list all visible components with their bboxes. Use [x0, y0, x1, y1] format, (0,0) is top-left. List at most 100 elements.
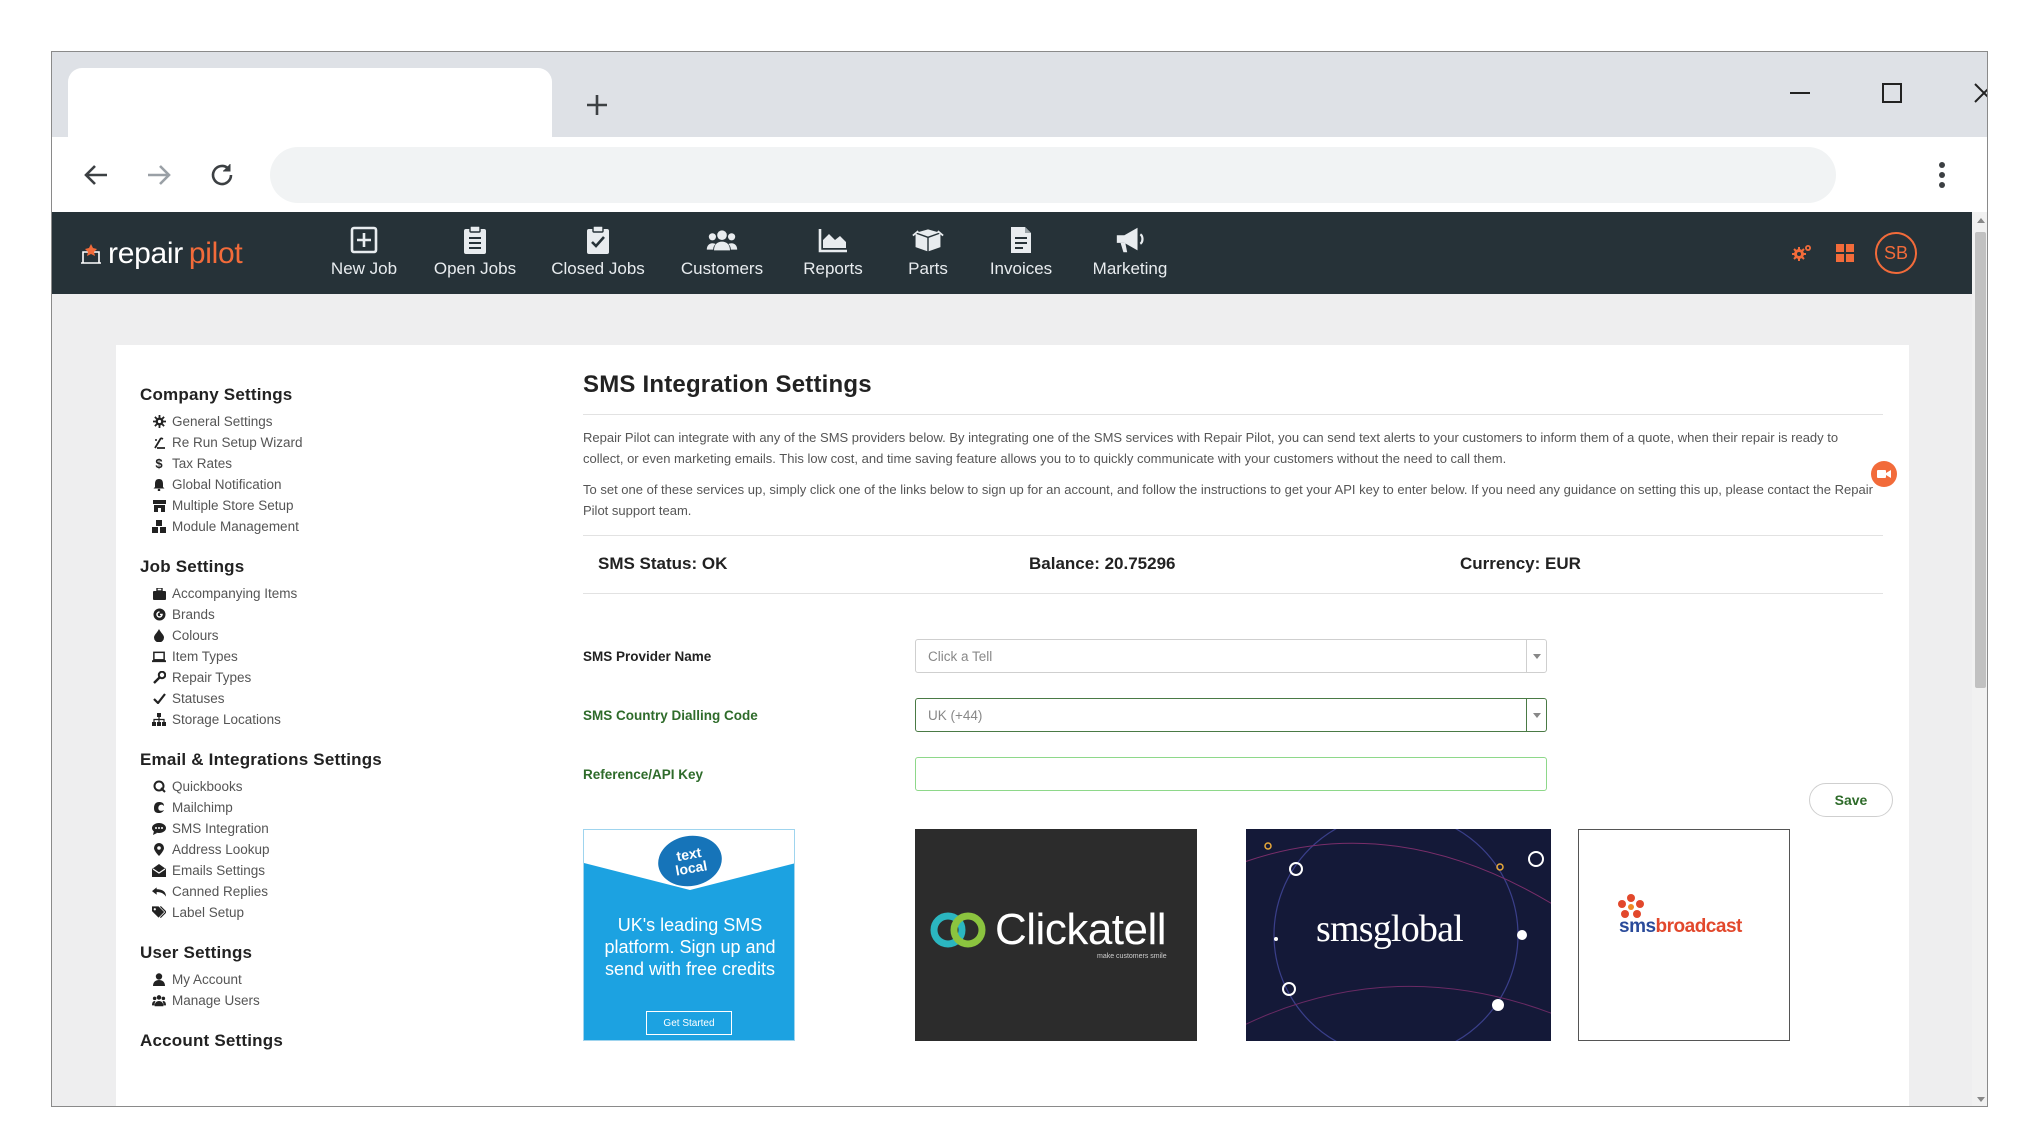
wrench-icon [152, 671, 166, 685]
tags-icon [152, 906, 166, 920]
sidebar-item-multiple-store[interactable]: Multiple Store Setup [140, 495, 500, 516]
textlocal-banner[interactable]: text local UK's leading SMS platform. Si… [583, 829, 795, 1041]
sidebar-item-global-notification[interactable]: Global Notification [140, 474, 500, 495]
top-navbar: repair pilot New Job Open Jobs Closed Job… [52, 212, 1972, 294]
browser-menu-button[interactable] [1922, 153, 1962, 197]
quickbooks-icon [152, 780, 166, 794]
close-window-button[interactable] [1954, 66, 1987, 120]
active-tab[interactable] [68, 68, 552, 137]
currency-text: Currency: EUR [1460, 554, 1581, 573]
sidebar-item-label: Tax Rates [172, 456, 233, 471]
maximize-button[interactable] [1862, 66, 1922, 120]
nav-label: Customers [680, 259, 764, 278]
sidebar-item-manage-users[interactable]: Manage Users [140, 990, 500, 1011]
nav-open-jobs[interactable]: Open Jobs [432, 224, 518, 286]
sidebar-item-colours[interactable]: Colours [140, 625, 500, 646]
sidebar-item-brands[interactable]: Brands [140, 604, 500, 625]
sidebar-item-statuses[interactable]: Statuses [140, 688, 500, 709]
sidebar-section-title: Email & Integrations Settings [140, 750, 382, 769]
new-tab-button[interactable] [574, 82, 620, 128]
sidebar-item-emails-settings[interactable]: Emails Settings [140, 860, 500, 881]
sidebar-item-accompanying-items[interactable]: Accompanying Items [140, 583, 500, 604]
nav-customers[interactable]: Customers [680, 224, 764, 286]
api-key-input[interactable] [915, 757, 1547, 791]
clickatell-logo-icon [930, 912, 986, 948]
megaphone-icon [1114, 224, 1146, 256]
page-title: SMS Integration Settings [583, 371, 872, 398]
sidebar-item-label: Multiple Store Setup [172, 498, 294, 513]
nav-label: Marketing [1092, 259, 1168, 278]
scroll-up-arrow-icon[interactable] [1972, 212, 1987, 229]
store-icon [152, 499, 166, 513]
forward-button[interactable] [137, 153, 181, 197]
sidebar-item-label-setup[interactable]: Label Setup [140, 902, 500, 923]
provider-name-select[interactable]: Click a Tell [915, 639, 1547, 673]
scroll-down-arrow-icon[interactable] [1972, 1091, 1987, 1106]
sidebar-item-general-settings[interactable]: General Settings [140, 411, 500, 432]
nav-reports[interactable]: Reports [801, 224, 865, 286]
textlocal-get-started[interactable]: Get Started [646, 1011, 732, 1035]
nav-marketing[interactable]: Marketing [1089, 224, 1171, 286]
sidebar-item-label: SMS Integration [172, 821, 269, 836]
sidebar-item-rerun-wizard[interactable]: Re Run Setup Wizard [140, 432, 500, 453]
save-button[interactable]: Save [1809, 783, 1893, 817]
sidebar-item-item-types[interactable]: Item Types [140, 646, 500, 667]
dialling-code-select[interactable]: UK (+44) [915, 698, 1547, 732]
reload-button[interactable] [200, 153, 244, 197]
sidebar-item-label: Storage Locations [172, 712, 281, 727]
help-video-button[interactable] [1871, 461, 1897, 487]
app-viewport: repair pilot New Job Open Jobs Closed Job… [52, 212, 1972, 1106]
chevron-down-icon [1526, 699, 1546, 731]
check-icon [152, 692, 166, 706]
dashboard-grid-button[interactable] [1832, 240, 1858, 266]
sidebar-item-tax-rates[interactable]: $ Tax Rates [140, 453, 500, 474]
nav-new-job[interactable]: New Job [328, 224, 400, 286]
sidebar-item-mailchimp[interactable]: Mailchimp [140, 797, 500, 818]
sidebar-item-module-management[interactable]: Module Management [140, 516, 500, 537]
status-divider-top [583, 535, 1883, 536]
user-avatar[interactable]: SB [1875, 232, 1917, 274]
sidebar-item-quickbooks[interactable]: Quickbooks [140, 776, 500, 797]
sidebar-item-label: Accompanying Items [172, 586, 298, 601]
sidebar-section-title: User Settings [140, 943, 253, 962]
nav-parts[interactable]: Parts [905, 224, 951, 286]
sidebar-item-label: Colours [172, 628, 219, 643]
address-bar[interactable] [270, 147, 1836, 203]
sidebar-item-canned-replies[interactable]: Canned Replies [140, 881, 500, 902]
sidebar-section-title: Account Settings [140, 1031, 283, 1050]
sidebar-item-my-account[interactable]: My Account [140, 969, 500, 990]
sms-icon [152, 822, 166, 836]
page-scrollbar[interactable] [1972, 212, 1987, 1106]
clickatell-banner[interactable]: Clickatell make customers smile [915, 829, 1197, 1041]
sidebar-item-label: Repair Types [172, 670, 252, 685]
repairpilot-logo[interactable]: repair pilot [78, 234, 243, 274]
provider-name-label: SMS Provider Name [583, 649, 712, 664]
sidebar-item-storage-locations[interactable]: Storage Locations [140, 709, 500, 730]
sidebar-item-label: My Account [172, 972, 242, 987]
smsglobal-banner[interactable]: smsglobal [1246, 829, 1551, 1041]
briefcase-icon [152, 587, 166, 601]
droplet-icon [152, 629, 166, 643]
forward-arrow-icon [148, 165, 171, 185]
nav-closed-jobs[interactable]: Closed Jobs [548, 224, 648, 286]
minimize-button[interactable] [1770, 66, 1830, 120]
user-icon [152, 973, 166, 987]
sidebar-item-address-lookup[interactable]: Address Lookup [140, 839, 500, 860]
sidebar-item-repair-types[interactable]: Repair Types [140, 667, 500, 688]
settings-cogs-button[interactable] [1789, 240, 1815, 266]
back-arrow-icon [84, 165, 107, 185]
minimize-icon [1790, 92, 1810, 94]
kebab-menu-icon [1939, 162, 1945, 188]
smsbroadcast-banner[interactable]: smsbroadcast [1578, 829, 1790, 1041]
logo-text-repair: repair [108, 237, 183, 270]
nav-label: Closed Jobs [551, 259, 645, 278]
nav-invoices[interactable]: Invoices [989, 224, 1053, 286]
cubes-icon [152, 520, 166, 534]
logo-text-pilot: pilot [188, 237, 243, 270]
smsglobal-name: smsglobal [1316, 908, 1464, 950]
intro-paragraph: Repair Pilot can integrate with any of t… [583, 430, 1839, 466]
scroll-thumb[interactable] [1975, 232, 1986, 688]
sidebar-item-sms-integration[interactable]: SMS Integration [140, 818, 500, 839]
nav-label: Open Jobs [433, 259, 517, 278]
back-button[interactable] [74, 153, 118, 197]
